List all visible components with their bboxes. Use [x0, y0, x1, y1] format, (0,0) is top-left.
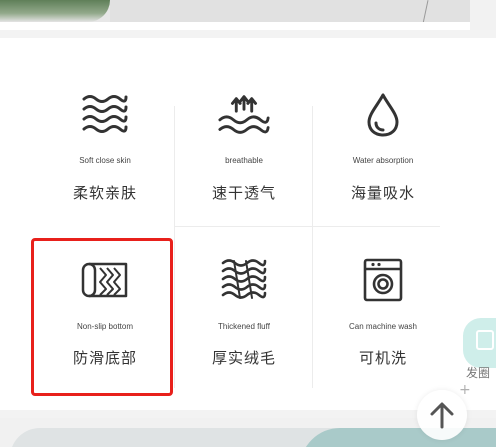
feature-machine-wash: Can machine wash 可机洗: [313, 253, 453, 403]
scroll-to-top-button[interactable]: [417, 390, 467, 440]
feature-label-en: Can machine wash: [348, 322, 418, 331]
side-post-button[interactable]: [463, 318, 496, 368]
feature-breathable: breathable 速干透气: [174, 88, 314, 238]
feature-label-zh: 速干透气: [211, 184, 276, 202]
feature-water-absorption: Water absorption 海量吸水: [313, 88, 453, 238]
feature-label-zh: 海量吸水: [350, 184, 415, 202]
hero-background: [110, 0, 470, 22]
feature-label-en: breathable: [225, 156, 263, 165]
feature-label-en: Soft close skin: [79, 156, 131, 165]
feature-thick-fluff: Thickened fluff 厚实绒毛: [174, 253, 314, 403]
product-hero-image-top: [0, 0, 496, 30]
document-icon: [476, 330, 494, 350]
feature-label-zh: 柔软亲肤: [72, 184, 137, 202]
plus-icon: +: [459, 382, 471, 398]
washing-machine-icon: [356, 253, 410, 307]
highlight-frame: [31, 238, 173, 396]
feature-label-zh: 可机洗: [358, 349, 407, 367]
hero-right-edge: [470, 0, 496, 30]
hero-bottom-edge: [0, 22, 470, 30]
thick-fluff-icon: [217, 253, 271, 307]
towel-image: [300, 428, 496, 447]
section-separator: [0, 30, 496, 38]
feature-label-en: Water absorption: [352, 156, 414, 165]
feature-label-en: Thickened fluff: [218, 322, 270, 331]
water-drop-icon: [356, 88, 410, 142]
arrow-up-icon: [430, 402, 454, 429]
plant-leaf-image: [0, 0, 110, 22]
feature-soft-skin: Soft close skin 柔软亲肤: [35, 88, 175, 238]
feature-label-zh: 厚实绒毛: [211, 349, 276, 367]
side-post-label: 发圈: [466, 366, 491, 380]
wavy-lines-icon: [78, 88, 132, 142]
breathable-arrows-icon: [217, 88, 271, 142]
